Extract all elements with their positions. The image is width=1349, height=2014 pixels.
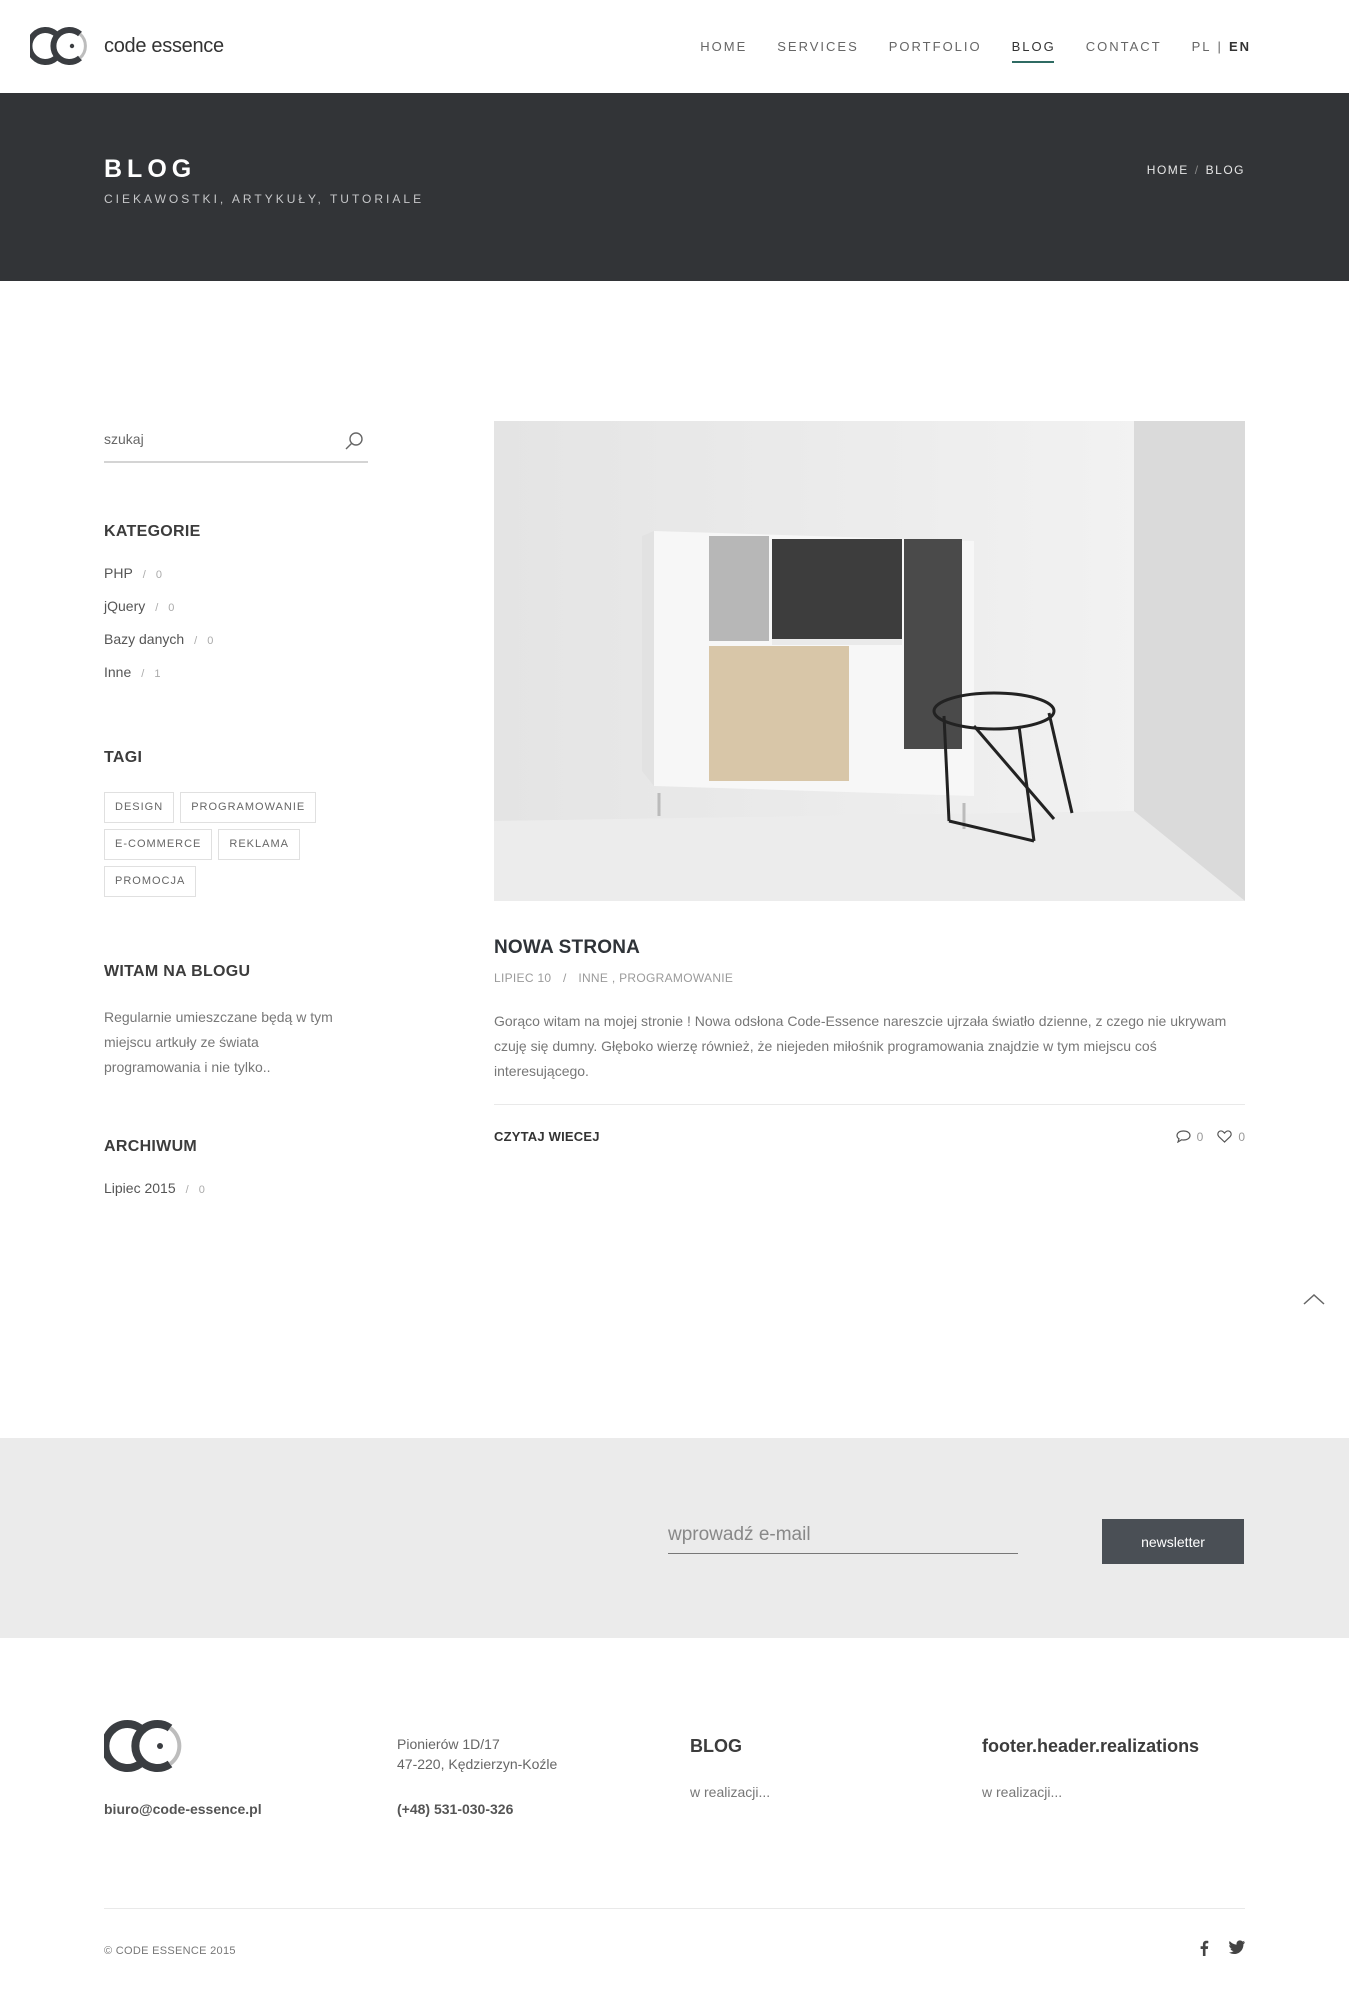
archive-name[interactable]: Lipiec 2015 [104,1180,176,1196]
footer-realizations-title: footer.header.realizations [982,1736,1200,1756]
footer-phone[interactable]: (+48) 531-030-326 [397,1801,513,1817]
category-count: 0 [168,602,175,614]
about-text: Regularnie umieszczane będą w tym miejsc… [104,1009,333,1075]
tags-title: TAGI [104,749,143,766]
address-line-1: Pionierów 1D/17 [397,1736,500,1752]
post-categories[interactable]: INNE , PROGRAMOWANIE [578,971,733,985]
footer-email[interactable]: biuro@code-essence.pl [104,1801,262,1817]
about-title: WITAM NA BLOGU [104,963,251,980]
read-more-link[interactable]: CZYTAJ WIECEJ [494,1129,600,1144]
category-name[interactable]: Bazy danych [104,631,184,647]
category-item[interactable]: Inne / 1 [104,664,368,697]
chevron-up-icon[interactable] [1302,1290,1326,1310]
category-name[interactable]: PHP [104,565,133,581]
category-item[interactable]: PHP / 0 [104,565,368,598]
post-date: LIPIEC 10 [494,971,552,985]
categories-title: KATEGORIE [104,523,201,540]
category-name[interactable]: jQuery [104,598,145,614]
post-footer: CZYTAJ WIECEJ 0 0 [494,1129,1245,1144]
comment-icon [1176,1130,1191,1143]
main-nav: HOME SERVICES PORTFOLIO BLOG CONTACT PL … [670,0,1251,93]
heart-icon [1217,1130,1233,1143]
nav-contact[interactable]: CONTACT [1086,31,1162,62]
lang-en[interactable]: EN [1229,39,1251,54]
social-links [1199,1940,1245,1956]
post-divider [494,1104,1245,1105]
archive-count: 0 [198,1184,205,1196]
category-count: 0 [155,569,162,581]
archive-title: ARCHIWUM [104,1138,198,1155]
copyright: © CODE ESSENCE 2015 [104,1945,236,1957]
newsletter-button[interactable]: newsletter [1102,1519,1244,1564]
count-separator: / [142,569,146,581]
post-meta: LIPIEC 10 / INNE , PROGRAMOWANIE [494,971,1245,985]
nav-services[interactable]: SERVICES [777,31,859,62]
footer-address: Pionierów 1D/17 47-220, Kędzierzyn-Koźle [397,1734,557,1774]
tag-e-commerce[interactable]: E-COMMERCE [104,829,213,860]
logo-mark-icon [30,27,87,65]
likes-stat[interactable]: 0 [1217,1130,1245,1144]
comments-stat[interactable]: 0 [1176,1129,1204,1144]
page-title: BLOG [104,155,197,183]
page-subtitle: CIEKAWOSTKI, ARTYKUŁY, TUTORIALE [104,192,425,206]
count-separator: / [155,602,159,614]
count-separator: / [194,635,198,647]
post-stats: 0 0 [1176,1130,1245,1144]
address-line-2: 47-220, Kędzierzyn-Koźle [397,1756,558,1772]
nav-home[interactable]: HOME [700,31,747,62]
categories-list: PHP / 0 jQuery / 0 Bazy danych / 0 Inne … [104,565,368,697]
newsletter-email-input[interactable] [668,1516,1018,1554]
lang-separator: | [1217,39,1223,54]
search-input[interactable] [104,431,324,447]
category-name[interactable]: Inne [104,664,131,680]
lang-pl[interactable]: PL [1192,39,1212,54]
blog-post: NOWA STRONA LIPIEC 10 / INNE , PROGRAMOW… [494,421,1245,1144]
tag-cloud: DESIGN PROGRAMOWANIE E-COMMERCE REKLAMA … [104,792,334,897]
post-title[interactable]: NOWA STRONA [494,937,1245,959]
post-featured-image[interactable] [494,421,1245,901]
post-excerpt: Gorąco witam na mojej stronie ! Nowa ods… [494,1013,1227,1079]
category-item[interactable]: Bazy danych / 0 [104,631,368,664]
footer-divider [104,1908,1245,1909]
tag-promocja[interactable]: PROMOCJA [104,866,197,897]
site-header: code essence HOME SERVICES PORTFOLIO BLO… [0,0,1349,93]
page-title-band: BLOG CIEKAWOSTKI, ARTYKUŁY, TUTORIALE HO… [0,93,1349,281]
breadcrumb-current: BLOG [1205,163,1245,177]
facebook-icon[interactable] [1199,1940,1209,1956]
comments-count: 0 [1196,1129,1204,1144]
nav-portfolio[interactable]: PORTFOLIO [889,31,982,62]
logo-text: code essence [104,34,224,57]
footer-logo-icon [104,1720,182,1772]
count-separator: / [185,1184,189,1196]
category-count: 0 [207,635,214,647]
category-item[interactable]: jQuery / 0 [104,598,368,631]
tag-reklama[interactable]: REKLAMA [218,829,300,860]
site-footer: biuro@code-essence.pl Pionierów 1D/17 47… [0,1638,1349,2014]
footer-blog-title: BLOG [690,1736,742,1756]
search-box [104,425,368,463]
newsletter-section: newsletter [0,1438,1349,1638]
count-separator: / [141,668,145,680]
nav-blog[interactable]: BLOG [1011,31,1056,63]
archive-item[interactable]: Lipiec 2015 / 0 [104,1180,368,1196]
footer-blog-text: w realizacji... [690,1784,771,1800]
search-icon[interactable] [344,431,364,451]
breadcrumb-home[interactable]: HOME [1147,163,1189,177]
sidebar: KATEGORIE PHP / 0 jQuery / 0 Bazy danych… [104,425,368,1196]
breadcrumb: HOME / BLOG [1147,163,1245,177]
twitter-icon[interactable] [1229,1940,1245,1954]
category-count: 1 [154,668,161,680]
language-switcher: PL | EN [1192,39,1251,54]
site-logo[interactable]: code essence [30,26,224,66]
tag-programowanie[interactable]: PROGRAMOWANIE [180,792,317,823]
tag-design[interactable]: DESIGN [104,792,175,823]
meta-separator: / [563,971,567,985]
breadcrumb-separator: / [1194,163,1200,177]
likes-count: 0 [1238,1129,1245,1144]
footer-realizations-text: w realizacji... [982,1784,1063,1800]
